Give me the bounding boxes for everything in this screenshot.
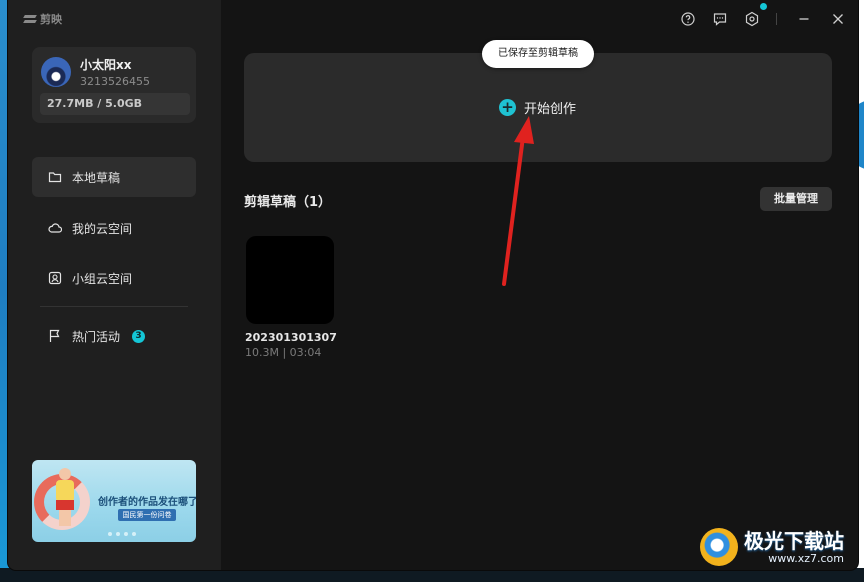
notification-badge: 3 — [132, 329, 146, 343]
sidebar-item-label: 小组云空间 — [72, 271, 133, 286]
settings-icon[interactable] — [744, 11, 760, 27]
capcut-logo-icon — [24, 14, 36, 24]
close-icon[interactable] — [830, 11, 846, 27]
titlebar-separator — [776, 13, 777, 25]
promo-survey-button[interactable]: 国民第一份问卷 — [118, 509, 176, 521]
cloud-icon — [48, 223, 62, 233]
saved-toast: 已保存至剪辑草稿 — [482, 40, 594, 68]
app-window: 剪映 小太阳xx 3213526455 27.7MB / 5.0GB 本地草稿 … — [8, 0, 858, 570]
user-id: 3213526455 — [80, 75, 150, 88]
help-icon[interactable] — [680, 11, 696, 27]
watermark: 极光下载站 www.xz7.com — [700, 528, 844, 566]
username: 小太阳xx — [80, 58, 132, 72]
watermark-url: www.xz7.com — [768, 551, 844, 565]
sidebar-divider — [40, 306, 188, 307]
avatar[interactable] — [41, 57, 71, 87]
draft-meta: 10.3M | 03:04 — [245, 346, 322, 359]
watermark-text: 极光下载站 — [744, 528, 844, 553]
sidebar-item-label: 我的云空间 — [72, 221, 133, 236]
flag-icon — [49, 329, 60, 342]
sidebar-item-label: 热门活动 — [72, 329, 121, 344]
carousel-dots[interactable] — [108, 532, 136, 536]
sidebar-item-hot-events[interactable]: 热门活动 3 — [32, 316, 196, 356]
start-creation-button[interactable]: + 开始创作 — [499, 98, 576, 117]
promo-banner[interactable]: 创作者的作品发在哪了? 国民第一份问卷 — [32, 460, 196, 542]
sidebar-item-my-cloud[interactable]: 我的云空间 — [32, 208, 196, 248]
person-illustration — [54, 468, 76, 528]
drafts-section-title: 剪辑草稿（1） — [244, 195, 332, 210]
start-creation-panel[interactable]: + 开始创作 — [244, 53, 832, 162]
app-name: 剪映 — [40, 13, 62, 26]
promo-title: 创作者的作品发在哪了? — [98, 497, 196, 508]
minimize-icon[interactable] — [796, 11, 812, 27]
folder-icon — [48, 172, 62, 183]
feedback-icon[interactable] — [712, 11, 728, 27]
settings-notification-dot — [760, 3, 767, 10]
batch-manage-button[interactable]: 批量管理 — [760, 187, 832, 211]
draft-name: 202301301307 — [245, 331, 337, 344]
storage-usage[interactable]: 27.7MB / 5.0GB — [40, 93, 190, 115]
sidebar-item-group-cloud[interactable]: 小组云空间 — [32, 258, 196, 298]
sidebar-item-label: 本地草稿 — [72, 170, 121, 185]
sidebar: 剪映 小太阳xx 3213526455 27.7MB / 5.0GB 本地草稿 … — [8, 0, 221, 570]
user-card[interactable]: 小太阳xx 3213526455 27.7MB / 5.0GB — [32, 47, 196, 123]
app-logo: 剪映 — [24, 11, 62, 27]
group-cloud-icon — [48, 271, 62, 285]
sidebar-item-local-drafts[interactable]: 本地草稿 — [32, 157, 196, 197]
watermark-logo-icon — [700, 528, 738, 566]
taskbar-strip — [0, 568, 864, 582]
start-creation-label: 开始创作 — [524, 102, 577, 117]
draft-thumbnail[interactable] — [246, 236, 334, 324]
plus-icon: + — [499, 99, 516, 116]
